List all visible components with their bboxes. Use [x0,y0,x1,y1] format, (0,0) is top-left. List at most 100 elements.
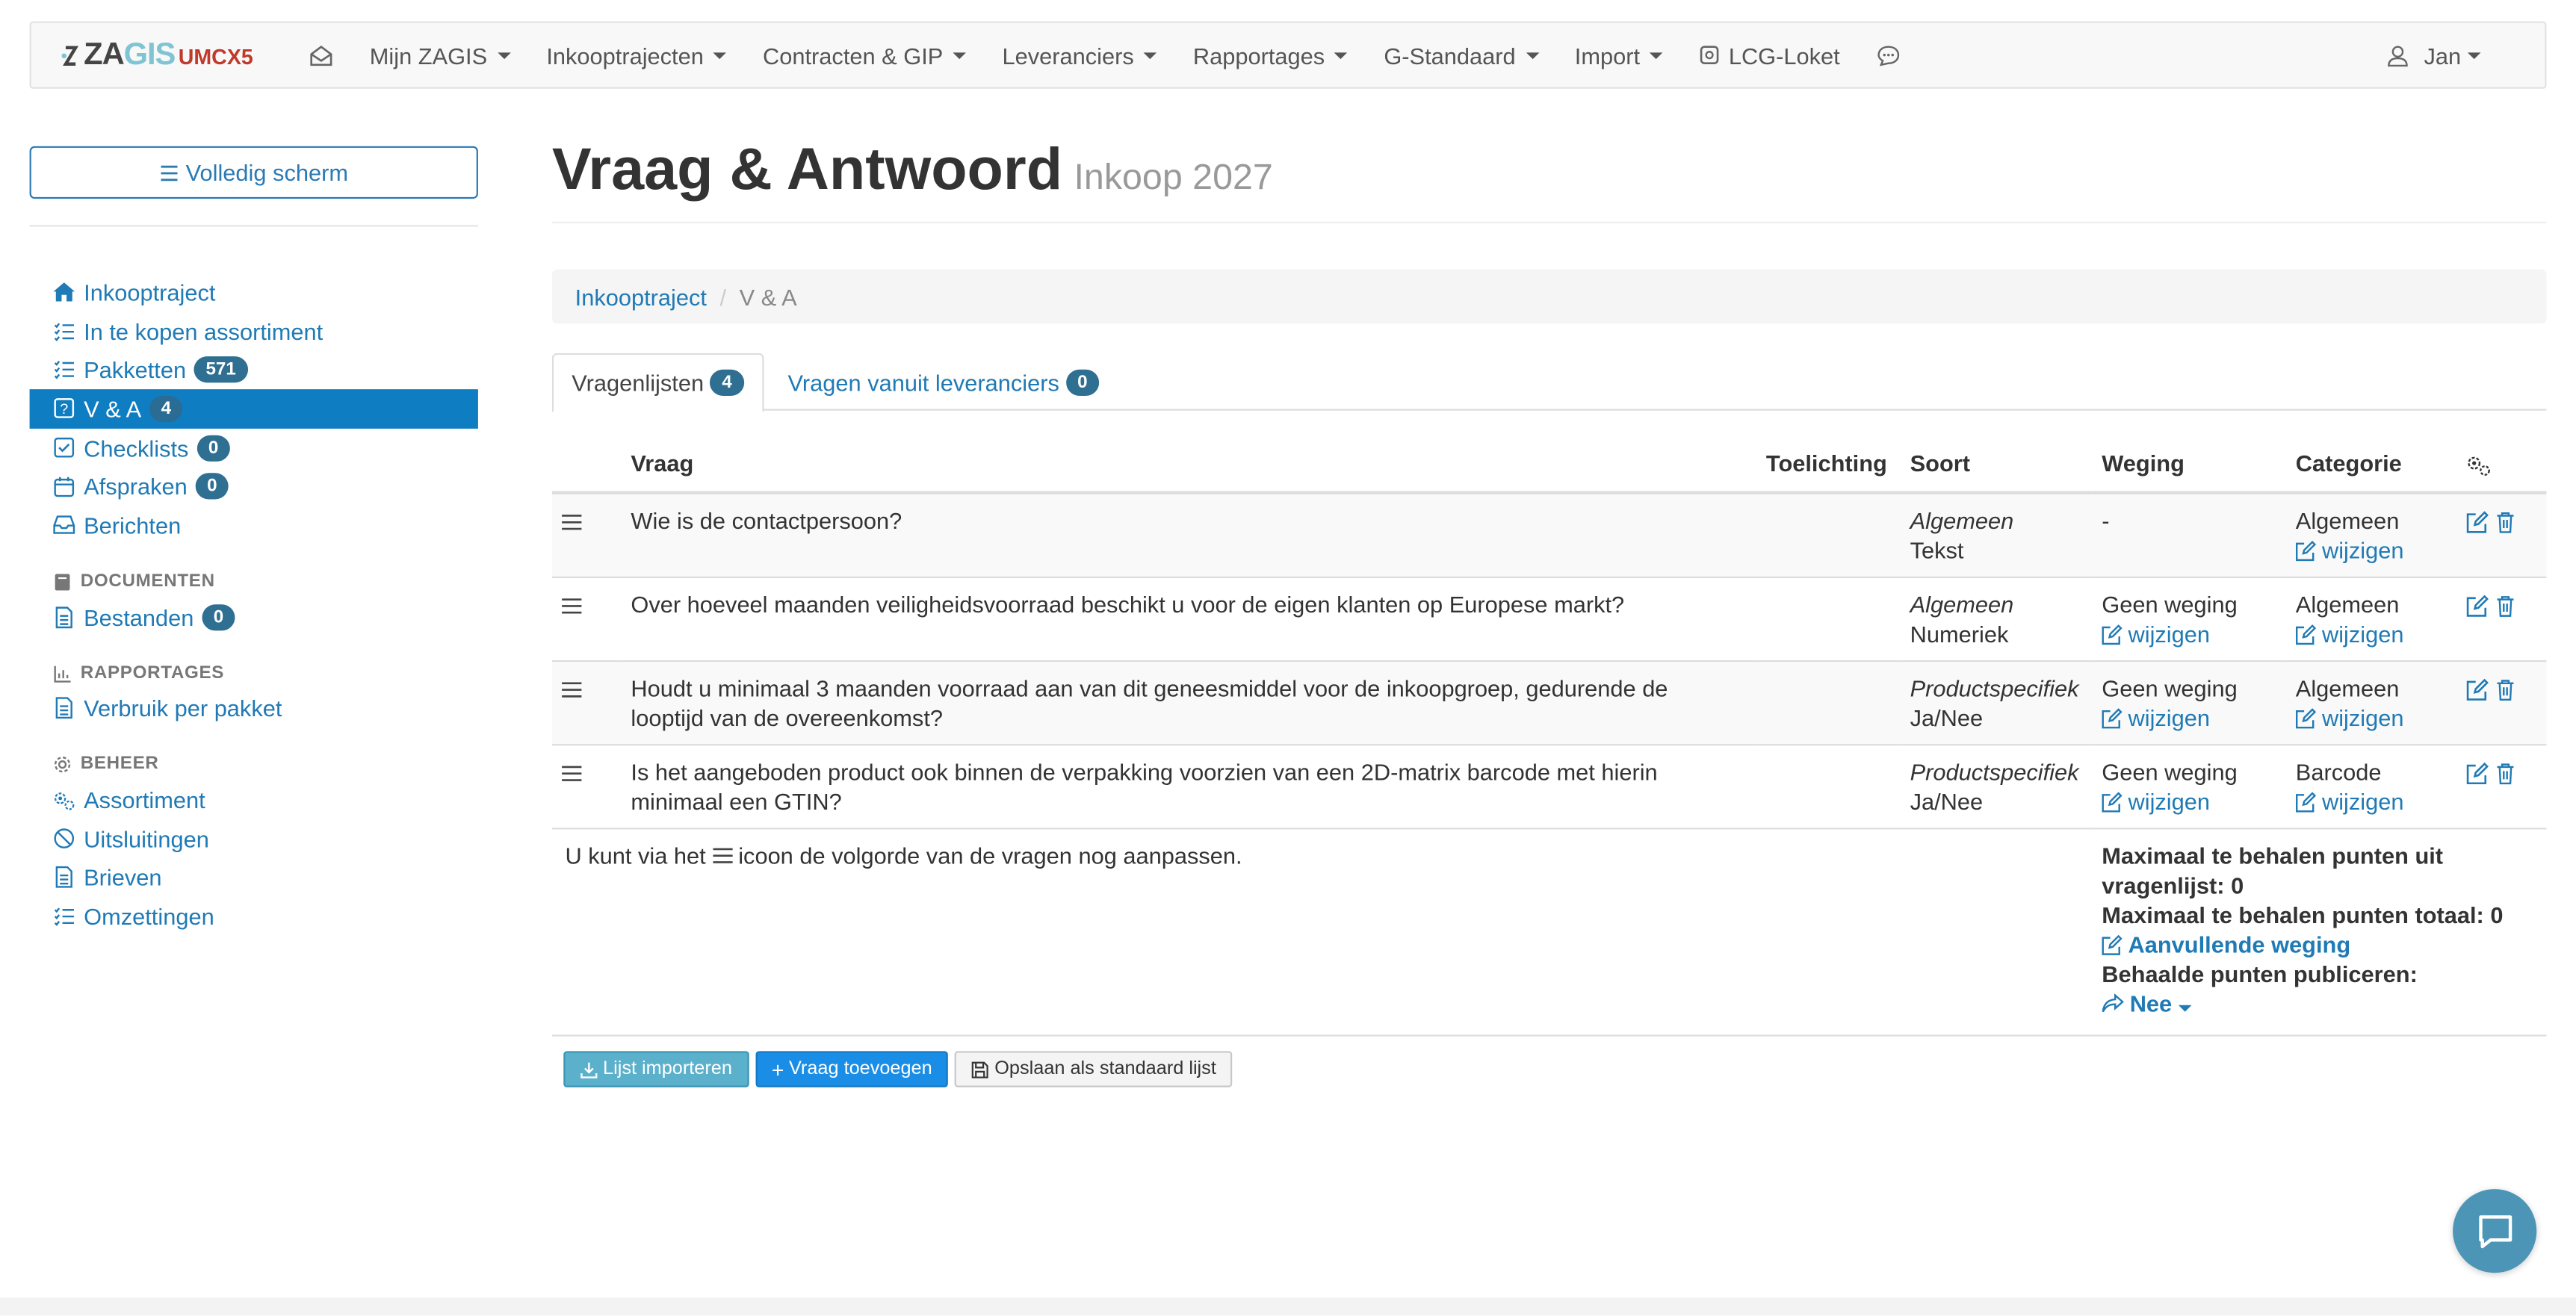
envelope-open-icon [310,44,332,66]
soort-type: Productspecifiek [1910,674,2079,701]
sidebar-item-brieven[interactable]: Brieven [30,858,478,897]
nav-lcg-loket[interactable]: LCG-Loket [1681,22,1858,89]
nav-rapportages[interactable]: Rapportages [1175,22,1366,89]
sidebar-item-uitsluitingen[interactable]: Uitsluitingen [30,819,478,858]
sidebar-item-bestanden[interactable]: Bestanden 0 [30,598,478,636]
sidebar-item-inkooptraject[interactable]: Inkooptraject [30,273,478,311]
nav-inbox[interactable] [291,22,351,89]
trash-icon[interactable] [2496,763,2515,786]
sidebar-divider [29,225,478,227]
edit-icon [2296,708,2317,729]
soort-type: Algemeen [1910,591,2014,618]
chat-widget-button[interactable] [2453,1189,2537,1273]
sidebar-item-assortiment[interactable]: In te kopen assortiment [30,311,478,350]
extra-weight-link[interactable]: Aanvullende weging [2102,930,2533,960]
trash-icon[interactable] [2496,679,2515,702]
action-buttons: Lijst importeren + Vraag toevoegen Opsla… [563,1051,1233,1087]
sidebar-item-berichten[interactable]: Berichten [30,506,478,545]
sidebar-item-label: Uitsluitingen [84,825,209,852]
cell-soort: Productspecifiek Ja/Nee [1900,744,2093,829]
plus-icon: + [771,1057,784,1082]
book-icon [55,574,70,591]
drag-handle[interactable] [551,659,622,745]
cell-weging: Geen weging wijzigen [2092,659,2286,745]
column-header-settings[interactable] [2456,435,2547,494]
cell-categorie: Barcode wijzigen [2285,744,2457,829]
trash-icon[interactable] [2496,512,2515,535]
questions-table: Vraag Toelichting Soort Weging Categorie… [551,435,2547,1037]
sidebar-item-afspraken[interactable]: Afspraken 0 [30,467,478,506]
edit-categorie-link[interactable]: wijzigen [2296,789,2404,815]
cell-toelichting [1756,491,1901,577]
categorie-value: Algemeen [2295,674,2400,701]
calendar-icon [54,477,75,497]
sidebar-item-label: Verbruik per pakket [84,695,282,722]
sidebar-item-pakketten[interactable]: Pakketten 571 [30,350,478,389]
sidebar-item-beheer-assortiment[interactable]: Assortiment [30,780,478,819]
section-title: DOCUMENTEN [80,571,215,592]
edit-weging-link[interactable]: wijzigen [2102,621,2210,647]
tab-vragen-leveranciers[interactable]: Vragen vanuit leveranciers 0 [770,353,1117,411]
save-default-list-button[interactable]: Opslaan als standaard lijst [955,1051,1233,1087]
edit-icon[interactable] [2466,763,2489,786]
section-header-rapportages: RAPPORTAGES [30,636,478,689]
sidebar-item-v-en-a[interactable]: ? V & A 4 [29,389,478,429]
button-label: Lijst importeren [603,1059,732,1079]
add-question-button[interactable]: + Vraag toevoegen [755,1051,949,1087]
nav-import[interactable]: Import [1557,22,1681,89]
sidebar-item-checklists[interactable]: Checklists 0 [30,428,478,467]
trash-icon[interactable] [2496,595,2515,618]
count-badge: 0 [1065,368,1099,395]
section-header-documenten: DOCUMENTEN [30,545,478,598]
caret-down-icon [1334,52,1348,59]
nav-mijn-zagis[interactable]: Mijn ZAGIS [352,22,529,89]
chat-icon [2478,1214,2512,1248]
nav-label: Leveranciers [1002,42,1134,69]
fullscreen-button[interactable]: Volledig scherm [29,146,478,199]
cell-soort: Algemeen Tekst [1900,491,2093,577]
download-icon [580,1061,598,1078]
list-check-icon [54,907,74,927]
page-header: Vraag & Antwoord Inkoop 2027 [552,134,1273,203]
sidebar-item-verbruik[interactable]: Verbruik per pakket [30,689,478,727]
publish-label: Behaalde punten publiceren: [2102,960,2418,987]
caret-down-icon [1650,52,1663,59]
edit-icon [2102,934,2123,955]
nav-g-standaard[interactable]: G-Standaard [1366,22,1556,89]
nav-contracten[interactable]: Contracten & GIP [745,22,984,89]
nav-inkooptrajecten[interactable]: Inkooptrajecten [528,22,745,89]
sidebar-item-omzettingen[interactable]: Omzettingen [30,897,478,936]
soort-format: Tekst [1910,537,1964,564]
edit-icon[interactable] [2466,679,2489,702]
logo-mark-icon [61,45,79,65]
breadcrumb: Inkooptraject / V & A [551,269,2547,324]
button-label: Opslaan als standaard lijst [994,1059,1216,1079]
nav-leveranciers[interactable]: Leveranciers [984,22,1174,89]
table-footer-row: U kunt via het icoon de volgorde van de … [551,828,2547,1037]
publish-dropdown[interactable]: Nee [2102,989,2533,1019]
drag-handle[interactable] [551,491,622,577]
save-icon [972,1061,989,1078]
breadcrumb-link[interactable]: Inkooptraject [575,283,707,309]
import-list-button[interactable]: Lijst importeren [563,1051,749,1087]
section-header-beheer: BEHEER [30,728,478,780]
caret-down-icon [2178,1005,2192,1012]
edit-label: wijzigen [2128,788,2211,815]
cell-soort: Algemeen Numeriek [1900,576,2093,662]
edit-weging-link[interactable]: wijzigen [2102,789,2210,815]
brand-logo[interactable]: ZA GIS UMCX5 [61,37,291,72]
edit-categorie-link[interactable]: wijzigen [2296,537,2404,563]
drag-handle[interactable] [551,744,622,829]
home-icon [53,282,75,302]
edit-categorie-link[interactable]: wijzigen [2296,704,2404,731]
nav-chat[interactable] [1858,22,1919,89]
edit-weging-link[interactable]: wijzigen [2102,704,2210,731]
drag-handle[interactable] [551,576,622,662]
edit-categorie-link[interactable]: wijzigen [2296,621,2404,647]
tab-vragenlijsten[interactable]: Vragenlijsten 4 [551,353,764,412]
edit-icon[interactable] [2466,512,2489,535]
extra-weight-label: Aanvullende weging [2128,931,2351,958]
cell-toelichting [1756,659,1901,745]
user-menu[interactable]: Jan [2370,22,2499,89]
edit-icon[interactable] [2466,595,2489,618]
